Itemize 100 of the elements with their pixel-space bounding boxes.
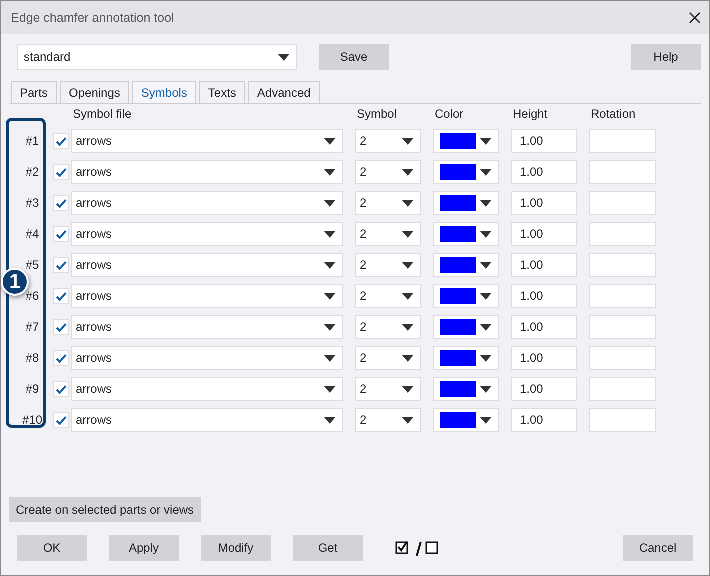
close-icon[interactable] (689, 12, 701, 24)
caret-icon (402, 138, 414, 144)
button[interactable]: OK (17, 535, 87, 561)
caret-icon (480, 354, 492, 362)
caret-icon (324, 416, 336, 424)
dropdown[interactable]: arrows (71, 408, 343, 432)
checkbox[interactable] (53, 288, 69, 304)
dropdown[interactable]: 2 (355, 191, 421, 215)
caret-icon (480, 324, 492, 330)
create-button[interactable]: Create on selected parts or views (9, 497, 201, 522)
caret-icon (402, 292, 414, 300)
input-field[interactable] (589, 222, 656, 246)
checkbox[interactable] (53, 226, 69, 242)
button[interactable]: Modify (201, 535, 271, 561)
tab[interactable]: Symbols (132, 81, 196, 103)
row-label: #7 (24, 320, 40, 334)
dropdown[interactable]: arrows (71, 191, 343, 215)
dropdown[interactable]: 2 (355, 315, 421, 339)
button[interactable]: Get (293, 535, 363, 561)
input-field[interactable] (589, 284, 656, 308)
cancel-button[interactable]: Cancel (623, 535, 693, 561)
color-dropdown[interactable] (433, 253, 499, 277)
row-label: #4 (24, 227, 40, 241)
save-button[interactable]: Save (319, 44, 389, 70)
row-label: #9 (24, 382, 40, 396)
tab[interactable]: Parts (11, 81, 58, 103)
color-dropdown[interactable] (433, 191, 499, 215)
checkbox[interactable] (53, 381, 69, 397)
tab[interactable]: Advanced (248, 81, 320, 103)
caret-icon (480, 200, 492, 206)
color-dropdown[interactable] (433, 408, 499, 432)
checkbox[interactable] (53, 412, 69, 428)
dropdown[interactable]: 2 (355, 346, 421, 370)
dropdown[interactable]: arrows (71, 222, 343, 246)
checkbox[interactable] (53, 133, 69, 149)
input-field[interactable]: 1.00 (511, 222, 577, 246)
color-dropdown[interactable] (433, 160, 499, 184)
dropdown[interactable]: arrows (71, 284, 343, 308)
caret-icon (324, 262, 336, 268)
input-field[interactable] (589, 129, 656, 153)
dropdown[interactable]: 2 (355, 377, 421, 401)
checkbox[interactable] (53, 319, 69, 335)
color-dropdown[interactable] (433, 315, 499, 339)
checkbox[interactable] (53, 350, 69, 366)
caret-icon (402, 262, 414, 268)
input-field[interactable]: 1.00 (511, 284, 577, 308)
color-dropdown[interactable] (433, 222, 499, 246)
dropdown[interactable]: 2 (355, 253, 421, 277)
input-field[interactable] (589, 191, 656, 215)
dropdown[interactable]: arrows (71, 377, 343, 401)
checkbox[interactable] (53, 257, 69, 273)
input-field[interactable]: 1.00 (511, 160, 577, 184)
dropdown[interactable]: arrows (71, 315, 343, 339)
color-dropdown[interactable] (433, 377, 499, 401)
dropdown[interactable]: 2 (355, 408, 421, 432)
select-toggle-icon[interactable] (395, 539, 439, 557)
caret-icon (402, 200, 414, 206)
checkbox[interactable] (53, 164, 69, 180)
caret-icon (480, 168, 492, 176)
dropdown[interactable]: 2 (355, 129, 421, 153)
caret-icon (402, 324, 414, 330)
dropdown[interactable]: 2 (355, 222, 421, 246)
column-header: Color (434, 106, 465, 122)
input-field[interactable]: 1.00 (511, 346, 577, 370)
dropdown[interactable]: arrows (71, 346, 343, 370)
dropdown[interactable]: arrows (71, 160, 343, 184)
input-field[interactable] (589, 408, 656, 432)
caret-icon (324, 168, 336, 176)
color-dropdown[interactable] (433, 129, 499, 153)
input-field[interactable]: 1.00 (511, 377, 577, 401)
input-field[interactable] (589, 253, 656, 277)
input-field[interactable] (589, 160, 656, 184)
input-field[interactable]: 1.00 (511, 129, 577, 153)
caret-icon (402, 386, 414, 392)
input-field[interactable] (589, 346, 656, 370)
column-header: Height (512, 106, 549, 122)
button[interactable]: Apply (109, 535, 179, 561)
input-field[interactable]: 1.00 (511, 191, 577, 215)
dropdown[interactable]: arrows (71, 253, 343, 277)
dropdown[interactable]: arrows (71, 129, 343, 153)
checkbox[interactable] (53, 195, 69, 211)
dropdown[interactable]: 2 (355, 284, 421, 308)
input-field[interactable] (589, 377, 656, 401)
color-dropdown[interactable] (433, 284, 499, 308)
help-button[interactable]: Help (631, 44, 701, 70)
color-dropdown[interactable] (433, 346, 499, 370)
caret-icon (480, 230, 492, 238)
tab[interactable]: Openings (60, 81, 130, 103)
preset-dropdown[interactable]: standard (17, 44, 297, 70)
input-field[interactable]: 1.00 (511, 253, 577, 277)
row-label: #8 (24, 351, 40, 365)
input-field[interactable]: 1.00 (511, 315, 577, 339)
tab[interactable]: Texts (199, 81, 246, 103)
input-field[interactable]: 1.00 (511, 408, 577, 432)
input-field[interactable] (589, 315, 656, 339)
caret-icon (324, 292, 336, 300)
caret-icon (324, 138, 336, 144)
dropdown[interactable]: 2 (355, 160, 421, 184)
row-label: #1 (24, 134, 40, 148)
window-title: Edge chamfer annotation tool (11, 10, 176, 24)
